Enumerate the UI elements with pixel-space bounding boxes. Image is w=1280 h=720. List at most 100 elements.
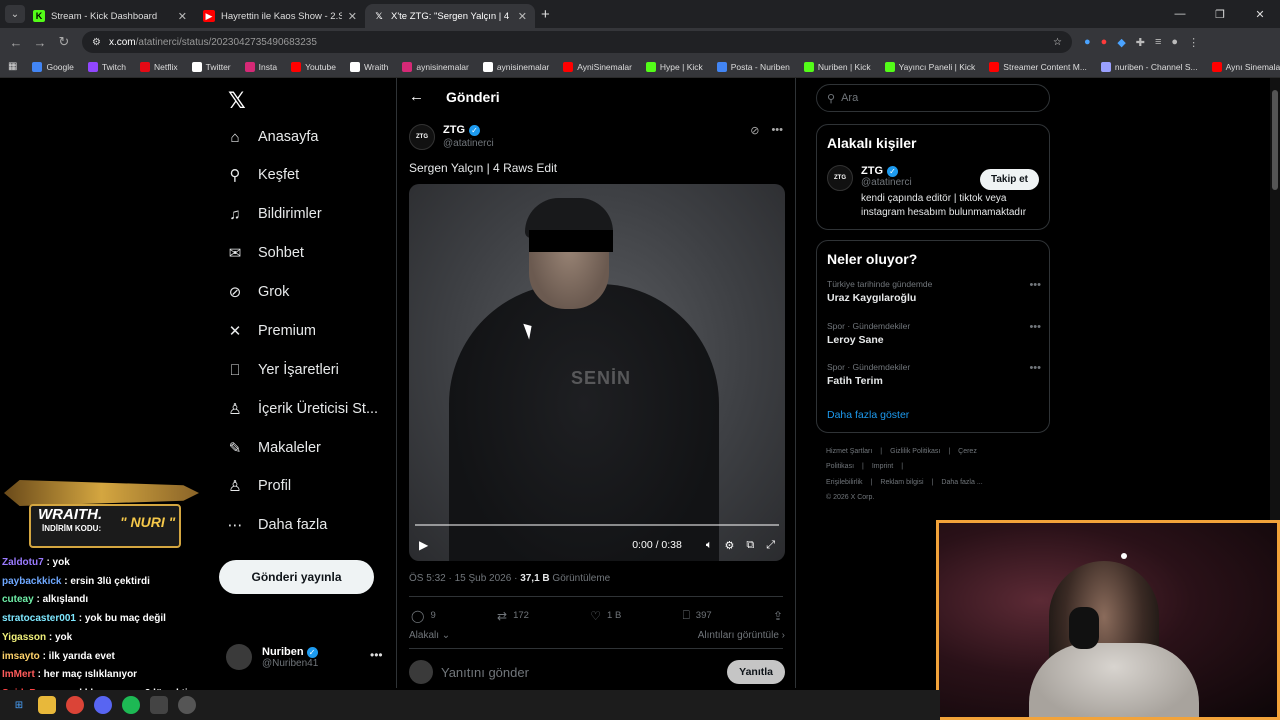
bookmark-item[interactable]: aynisinemalar <box>395 61 475 72</box>
like-action[interactable]: ♡ 1 B <box>590 608 621 623</box>
footer-link[interactable]: Erişilebilirlik <box>826 479 863 486</box>
spotify-icon[interactable] <box>122 696 140 714</box>
reply-button[interactable]: Yanıtla <box>727 660 785 684</box>
trend-more-icon[interactable]: ••• <box>1029 279 1041 291</box>
bookmark-item[interactable]: Twitter <box>185 61 238 72</box>
nav-item-anasayfa[interactable]: ⌂ Anasayfa <box>226 128 318 146</box>
play-icon[interactable]: ▶ <box>419 538 428 552</box>
bookmark-action[interactable]: ⎕ 397 <box>683 608 712 623</box>
extension-icon[interactable]: ● <box>1084 36 1091 49</box>
trend-more-icon[interactable]: ••• <box>1029 321 1041 333</box>
bookmark-item[interactable]: Google <box>25 61 80 72</box>
trend-item[interactable]: Spor · Gündemdekiler Leroy Sane ••• <box>827 321 1041 346</box>
reload-icon[interactable]: ↻ <box>52 34 76 50</box>
chrome-icon[interactable] <box>66 696 84 714</box>
footer-link[interactable]: Daha fazla ... <box>941 479 982 486</box>
footer-link[interactable]: Imprint <box>872 463 893 470</box>
puzzle-icon[interactable]: ✚ <box>1136 36 1145 49</box>
reading-list-icon[interactable]: ≡ <box>1155 36 1161 49</box>
reply-input[interactable]: Yanıtını gönder <box>441 665 719 680</box>
footer-link[interactable]: Hizmet Şartları <box>826 448 872 455</box>
nav-item-daha-fazla[interactable]: ⋯ Daha fazla <box>226 516 328 534</box>
apps-icon[interactable]: ▦ <box>8 61 17 72</box>
footer-link[interactable]: © 2026 X Corp. <box>826 494 874 501</box>
search-input[interactable]: ⚲ Ara <box>816 84 1050 112</box>
extension-icon[interactable]: ◆ <box>1117 36 1125 49</box>
share-icon[interactable]: ⇪ <box>773 608 783 623</box>
nav-item-grok[interactable]: ⊘ Grok <box>226 283 290 301</box>
bookmark-item[interactable]: aynisinemalar <box>476 61 556 72</box>
trend-more-icon[interactable]: ••• <box>1029 362 1041 374</box>
nav-item-premium[interactable]: ✕ Premium <box>226 322 316 340</box>
close-window-icon[interactable]: ✕ <box>1240 0 1280 28</box>
bookmark-item[interactable]: Streamer Content M... <box>982 61 1094 72</box>
settings-icon[interactable]: ⚙ <box>724 539 734 552</box>
close-icon[interactable]: ✕ <box>518 10 527 23</box>
extension-icon[interactable]: ● <box>1101 36 1108 49</box>
forward-icon[interactable]: → <box>28 35 52 50</box>
nav-item-profil[interactable]: ♙ Profil <box>226 477 291 495</box>
discord-icon[interactable] <box>94 696 112 714</box>
star-icon[interactable]: ☆ <box>1053 37 1062 48</box>
maximize-icon[interactable]: ❐ <box>1200 0 1240 28</box>
related-dropdown[interactable]: Alakalı ⌄ <box>409 630 450 641</box>
menu-icon[interactable]: ⋮ <box>1188 36 1199 49</box>
post-author[interactable]: ZTG ZTG ✓ @atatinerci <box>409 124 494 150</box>
repost-action[interactable]: ⇄ 172 <box>497 608 529 623</box>
account-switcher[interactable]: Nuriben ✓ @Nuriben41 <box>226 644 318 670</box>
trend-item[interactable]: Spor · Gündemdekiler Fatih Terim ••• <box>827 362 1041 387</box>
bookmark-item[interactable]: Insta <box>238 61 284 72</box>
bookmark-item[interactable]: Twitch <box>81 61 133 72</box>
post-more-icon[interactable]: ••• <box>771 124 783 137</box>
bookmark-item[interactable]: Hype | Kick <box>639 61 710 72</box>
nav-item-i-erik-reticisi-st-[interactable]: ♙ İçerik Üreticisi St... <box>226 400 378 418</box>
back-icon[interactable]: ← <box>4 35 28 50</box>
minimize-icon[interactable]: — <box>1160 0 1200 28</box>
fullscreen-icon[interactable]: ⤢ <box>766 539 775 552</box>
x-logo-icon[interactable]: 𝕏 <box>228 88 246 114</box>
bookmark-item[interactable]: Aynı Sinemalar - Ça... <box>1205 61 1280 72</box>
file-explorer-icon[interactable] <box>38 696 56 714</box>
bookmark-item[interactable]: nuriben - Channel S... <box>1094 61 1205 72</box>
app-icon[interactable] <box>178 696 196 714</box>
account-more-icon[interactable]: ••• <box>370 648 383 662</box>
footer-link[interactable]: Reklam bilgisi <box>880 479 923 486</box>
back-arrow-icon[interactable]: ← <box>409 88 424 105</box>
post-button[interactable]: Gönderi yayınla <box>219 560 374 594</box>
tab-search-button[interactable]: ⌄ <box>5 5 25 23</box>
new-tab-button[interactable]: + <box>541 6 550 23</box>
browser-tab-2[interactable]: 𝕏 X'te ZTG: "Sergen Yalçın | 4 Raw ✕ <box>365 4 535 28</box>
nav-item-makaleler[interactable]: ✎ Makaleler <box>226 439 321 457</box>
bookmark-item[interactable]: Nuriben | Kick <box>797 61 878 72</box>
profile-avatar-icon[interactable]: ● <box>1171 36 1178 49</box>
close-icon[interactable]: ✕ <box>348 10 357 23</box>
browser-tab-0[interactable]: K Stream - Kick Dashboard ✕ <box>25 4 195 28</box>
app-icon[interactable] <box>150 696 168 714</box>
volume-icon[interactable]: 🔈︎ <box>706 539 713 552</box>
grok-icon[interactable]: ⊘ <box>750 124 759 137</box>
windows-start-icon[interactable]: ⊞ <box>10 696 28 714</box>
reply-action[interactable]: ◯ 9 <box>411 608 436 623</box>
nav-item-sohbet[interactable]: ✉ Sohbet <box>226 244 304 262</box>
follow-button[interactable]: Takip et <box>979 169 1039 190</box>
bookmark-item[interactable]: Yayıncı Paneli | Kick <box>878 61 983 72</box>
browser-tab-1[interactable]: ▶ Hayrettin ile Kaos Show - 2.Sez ✕ <box>195 4 365 28</box>
video-player[interactable]: SENİN ▶ 0:00 / 0:38 🔈︎ ⚙ ⧉ ⤢ <box>409 184 785 561</box>
bookmark-item[interactable]: Posta - Nuriben <box>710 61 797 72</box>
bookmark-item[interactable]: Wraith <box>343 61 395 72</box>
url-bar[interactable]: ⚙ x.com/atatinerci/status/20230427354906… <box>82 31 1072 53</box>
bookmark-item[interactable]: AyniSinemalar <box>556 61 639 72</box>
nav-item-bildirimler[interactable]: ♫ Bildirimler <box>226 205 321 223</box>
trend-item[interactable]: Türkiye tarihinde gündemde Uraz Kaygılaro… <box>827 279 1041 304</box>
author-avatar[interactable]: ZTG <box>409 124 435 150</box>
bookmark-item[interactable]: Youtube <box>284 61 343 72</box>
pip-icon[interactable]: ⧉ <box>746 539 754 552</box>
video-progress[interactable] <box>415 524 779 526</box>
nav-item-yer-i-aretleri[interactable]: ⎕ Yer İşaretleri <box>226 361 338 379</box>
bookmark-item[interactable]: Netflix <box>133 61 185 72</box>
nav-item-ke-fet[interactable]: ⚲ Keşfet <box>226 166 300 184</box>
view-quotes-link[interactable]: Alıntıları görüntüle › <box>698 630 785 641</box>
show-more-link[interactable]: Daha fazla göster <box>827 409 909 421</box>
site-info-icon[interactable]: ⚙ <box>92 37 101 48</box>
footer-link[interactable]: Gizlilik Politikası <box>890 448 940 455</box>
